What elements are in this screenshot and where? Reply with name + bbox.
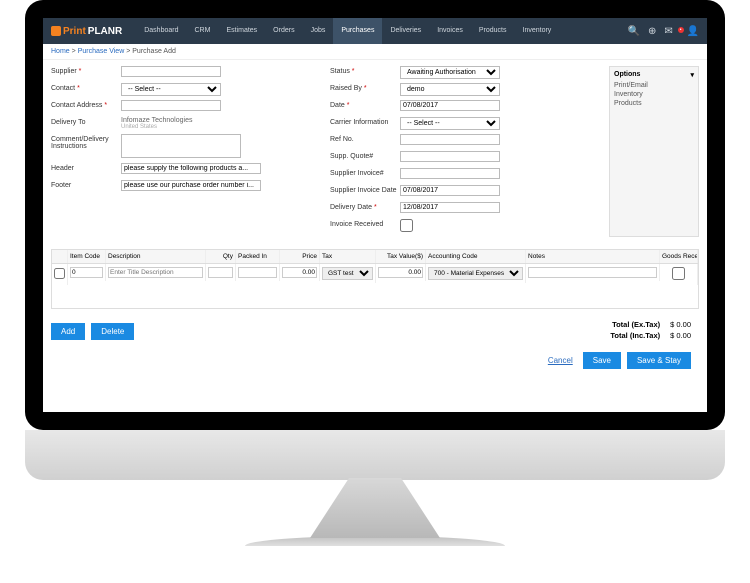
delivery-to-sub: United States <box>121 124 192 130</box>
nav-estimates[interactable]: Estimates <box>218 18 265 44</box>
option-print-email[interactable]: Print/Email <box>614 81 694 90</box>
delivery-date-input[interactable] <box>400 202 500 213</box>
comment-textarea[interactable] <box>121 134 241 158</box>
refno-input[interactable] <box>400 134 500 145</box>
options-header: Options <box>614 71 640 79</box>
col-acct: Accounting Code <box>426 250 526 263</box>
nav-dashboard[interactable]: Dashboard <box>136 18 186 44</box>
nav-products[interactable]: Products <box>471 18 515 44</box>
table-row: GST test 700 - Material Expenses <box>52 264 698 308</box>
col-recv: Goods Received <box>660 250 698 263</box>
supp-inv-date-input[interactable] <box>400 185 500 196</box>
contact-select[interactable]: -- Select -- <box>121 83 221 96</box>
col-qty: Qty <box>206 250 236 263</box>
status-select[interactable]: Awaiting Authorisation <box>400 66 500 79</box>
nav-crm[interactable]: CRM <box>186 18 218 44</box>
date-input[interactable] <box>400 100 500 111</box>
lbl-carrier: Carrier Information <box>330 117 400 126</box>
supplier-input[interactable] <box>121 66 221 77</box>
col-price: Price <box>280 250 320 263</box>
nav-items: Dashboard CRM Estimates Orders Jobs Purc… <box>136 18 559 44</box>
save-stay-button[interactable]: Save & Stay <box>627 352 691 369</box>
mail-icon[interactable]: ✉• <box>664 26 678 37</box>
row-tax-select[interactable]: GST test <box>322 267 373 280</box>
lbl-delivery-date: Delivery Date <box>330 202 400 211</box>
total-inc-value: $ 0.00 <box>670 331 691 340</box>
option-inventory[interactable]: Inventory <box>614 90 694 99</box>
row-acct-select[interactable]: 700 - Material Expenses <box>428 267 523 280</box>
form-left: Supplier Contact-- Select -- Contact Add… <box>51 66 316 237</box>
lbl-date: Date <box>330 100 400 109</box>
col-desc: Description <box>106 250 206 263</box>
lbl-contact-address: Contact Address <box>51 100 121 109</box>
col-code: Item Code <box>68 250 106 263</box>
row-desc-input[interactable] <box>108 267 203 278</box>
lbl-delivery-to: Delivery To <box>51 117 121 126</box>
col-pack: Packed In <box>236 250 280 263</box>
col-notes: Notes <box>526 250 660 263</box>
lbl-supp-invoice: Supplier Invoice# <box>330 168 400 177</box>
add-button[interactable]: Add <box>51 323 85 340</box>
options-panel: Options ▾ Print/Email Inventory Products <box>609 66 699 237</box>
col-taxv: Tax Value($) <box>376 250 426 263</box>
delete-button[interactable]: Delete <box>91 323 134 340</box>
add-icon[interactable]: ⊕ <box>648 26 656 37</box>
row-pack-input[interactable] <box>238 267 277 278</box>
avatar[interactable]: 👤 <box>687 26 699 37</box>
supp-quote-input[interactable] <box>400 151 500 162</box>
search-icon[interactable]: 🔍 <box>628 26 640 37</box>
nav-deliveries[interactable]: Deliveries <box>382 18 429 44</box>
row-checkbox[interactable] <box>54 267 65 280</box>
nav-orders[interactable]: Orders <box>265 18 302 44</box>
row-recv-checkbox[interactable] <box>662 267 695 280</box>
logo: PrintPLANR <box>51 26 122 37</box>
row-price-input[interactable] <box>282 267 317 278</box>
footer-input[interactable] <box>121 180 261 191</box>
crumb-home[interactable]: Home <box>51 48 70 55</box>
crumb-view[interactable]: Purchase View <box>78 48 125 55</box>
top-nav: PrintPLANR Dashboard CRM Estimates Order… <box>43 18 707 44</box>
lbl-refno: Ref No. <box>330 134 400 143</box>
header-input[interactable] <box>121 163 261 174</box>
carrier-select[interactable]: -- Select -- <box>400 117 500 130</box>
total-ex-value: $ 0.00 <box>670 320 691 329</box>
save-button[interactable]: Save <box>583 352 621 369</box>
row-notes-input[interactable] <box>528 267 657 278</box>
lbl-supp-inv-date: Supplier Invoice Date <box>330 185 400 194</box>
nav-inventory[interactable]: Inventory <box>515 18 560 44</box>
lbl-raised-by: Raised By <box>330 83 400 92</box>
lbl-footer: Footer <box>51 180 121 189</box>
chevron-down-icon[interactable]: ▾ <box>690 71 694 79</box>
lbl-supp-quote: Supp. Quote# <box>330 151 400 160</box>
lbl-comment: Comment/Delivery Instructions <box>51 134 121 150</box>
cancel-link[interactable]: Cancel <box>548 356 573 365</box>
delivery-to-value: Infomaze Technologies <box>121 117 192 124</box>
total-ex-label: Total (Ex.Tax) <box>612 320 660 329</box>
nav-purchases[interactable]: Purchases <box>333 18 382 44</box>
row-qty-input[interactable] <box>208 267 233 278</box>
total-inc-label: Total (Inc.Tax) <box>610 331 660 340</box>
invoice-received-checkbox[interactable] <box>400 219 413 232</box>
supp-invoice-input[interactable] <box>400 168 500 179</box>
totals: Total (Ex.Tax) $ 0.00 Total (Inc.Tax) $ 0.… <box>610 320 691 342</box>
raised-by-select[interactable]: demo <box>400 83 500 96</box>
lbl-header: Header <box>51 163 121 172</box>
row-taxv-input[interactable] <box>378 267 423 278</box>
nav-jobs[interactable]: Jobs <box>303 18 334 44</box>
lbl-contact: Contact <box>51 83 121 92</box>
row-code-input[interactable] <box>70 267 103 278</box>
line-items-grid: Item Code Description Qty Packed In Pric… <box>51 249 699 309</box>
form-right: StatusAwaiting Authorisation Raised Byde… <box>330 66 595 237</box>
nav-invoices[interactable]: Invoices <box>429 18 471 44</box>
lbl-supplier: Supplier <box>51 66 121 75</box>
option-products[interactable]: Products <box>614 99 694 108</box>
breadcrumb: Home > Purchase View > Purchase Add <box>43 44 707 60</box>
crumb-current: Purchase Add <box>132 48 176 55</box>
lbl-invoice-received: Invoice Received <box>330 219 400 228</box>
contact-address-input[interactable] <box>121 100 221 111</box>
lbl-status: Status <box>330 66 400 75</box>
col-tax: Tax <box>320 250 376 263</box>
